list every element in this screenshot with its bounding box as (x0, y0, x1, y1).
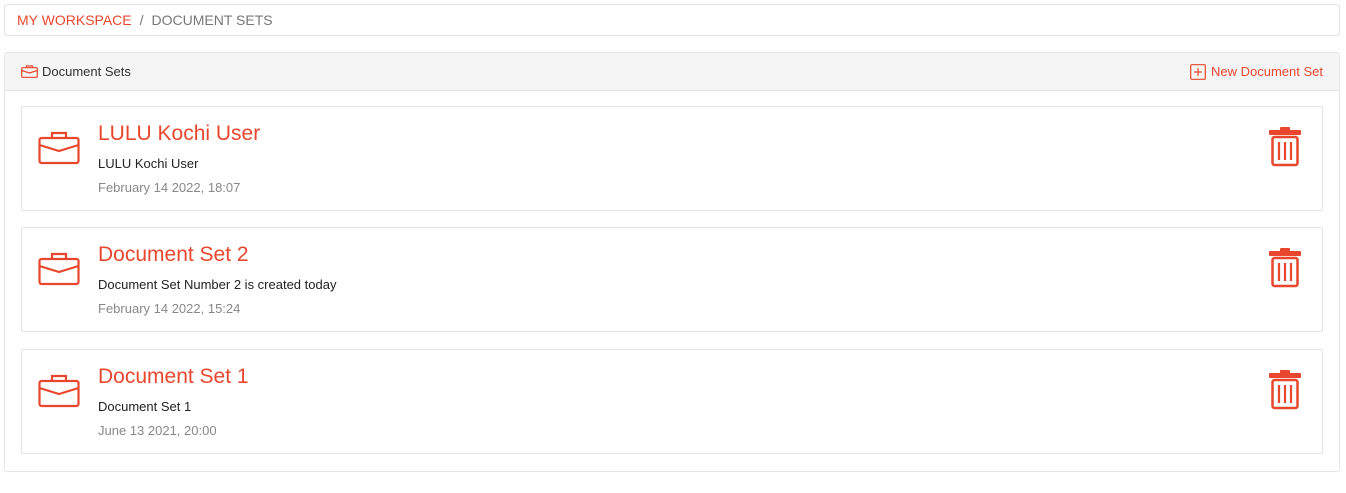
document-set-card: LULU Kochi User LULU Kochi User February… (21, 106, 1323, 211)
document-set-description: Document Set Number 2 is created today (98, 277, 337, 292)
briefcase-icon (38, 252, 80, 286)
trash-icon[interactable] (1268, 370, 1302, 410)
panel-header: Document Sets New Document Set (5, 53, 1339, 91)
briefcase-icon (38, 131, 80, 165)
document-set-title[interactable]: LULU Kochi User (98, 122, 260, 146)
document-set-card: Document Set 1 Document Set 1 June 13 20… (21, 349, 1323, 454)
breadcrumb-separator: / (139, 12, 144, 28)
document-set-description: Document Set 1 (98, 399, 192, 414)
document-set-description: LULU Kochi User (98, 156, 199, 171)
breadcrumb: MY WORKSPACE / DOCUMENT SETS (4, 4, 1340, 36)
document-set-card: Document Set 2 Document Set Number 2 is … (21, 227, 1323, 332)
breadcrumb-current: DOCUMENT SETS (151, 12, 273, 28)
briefcase-icon (38, 374, 80, 408)
document-set-date: February 14 2022, 18:07 (98, 180, 241, 195)
document-sets-panel: Document Sets New Document Set LULU Koch… (4, 52, 1340, 472)
breadcrumb-workspace-link[interactable]: MY WORKSPACE (17, 12, 132, 28)
plus-square-icon (1190, 63, 1206, 80)
panel-title-label: Document Sets (42, 64, 131, 79)
briefcase-icon (21, 65, 38, 78)
trash-icon[interactable] (1268, 248, 1302, 288)
new-document-set-button[interactable]: New Document Set (1190, 63, 1323, 80)
document-set-title[interactable]: Document Set 2 (98, 243, 249, 267)
panel-title: Document Sets (21, 64, 131, 79)
new-document-set-label: New Document Set (1211, 64, 1323, 79)
document-set-title[interactable]: Document Set 1 (98, 365, 249, 389)
trash-icon[interactable] (1268, 127, 1302, 167)
document-set-date: February 14 2022, 15:24 (98, 301, 241, 316)
document-set-date: June 13 2021, 20:00 (98, 423, 217, 438)
